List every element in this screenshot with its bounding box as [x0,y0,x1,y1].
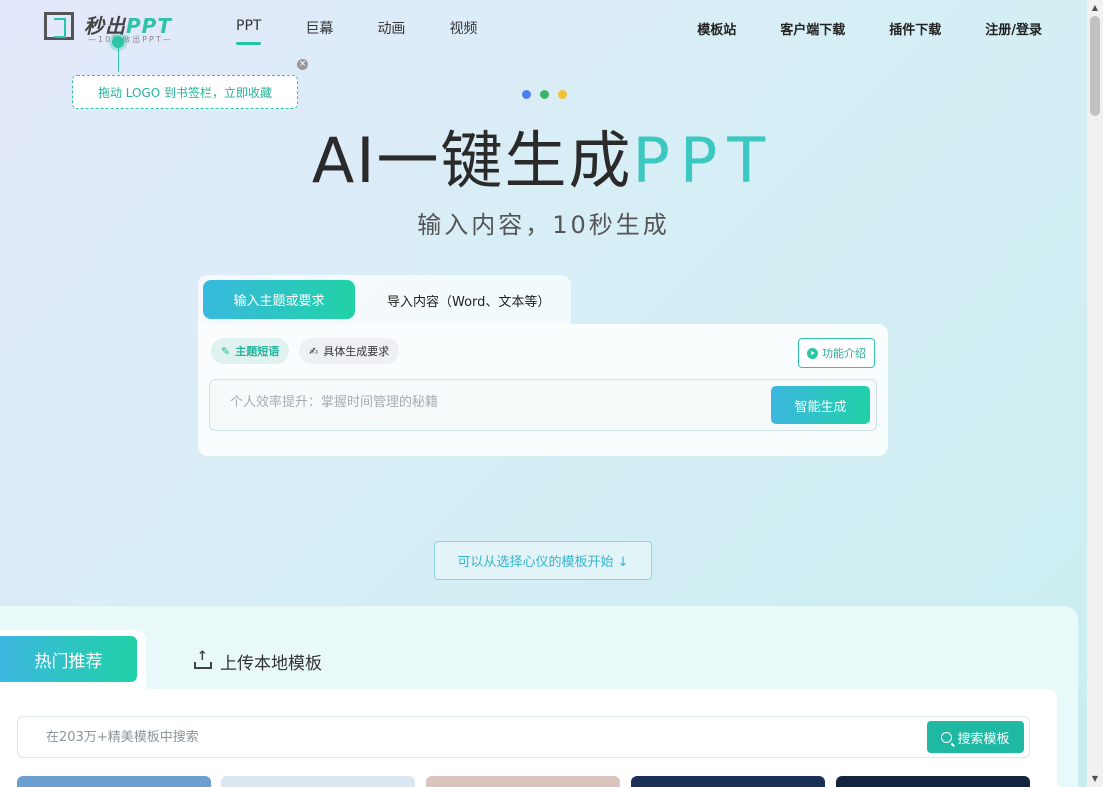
chip-detail-label: 具体生成要求 [323,345,390,358]
choose-template-button[interactable]: 可以从选择心仪的模板开始 ↓ [434,541,652,580]
template-thumbnail[interactable] [631,776,825,787]
tab-topic-input[interactable]: 输入主题或要求 [203,280,355,319]
template-site-link[interactable]: 模板站 [697,19,736,38]
pencil-icon: ✎ [221,344,231,358]
nav-video[interactable]: 视频 [449,18,477,38]
chip-detailed-requirement[interactable]: ✍ 具体生成要求 [299,338,400,364]
tab-import-content[interactable]: 导入内容（Word、文本等） [387,291,550,310]
upload-tab-label: 上传本地模板 [220,654,322,674]
plugin-download-link[interactable]: 插件下载 [889,19,941,38]
feature-intro-label: 功能介绍 [822,347,866,360]
smart-generate-button[interactable]: 智能生成 [771,386,870,424]
hero-subtitle: 输入内容，10秒生成 [417,211,670,239]
chip-topic-phrase[interactable]: ✎ 主题短语 [211,338,290,364]
page: 秒出PPT —10秒做出PPT— PPT 巨幕 动画 视频 模板站 客户端下载 … [0,0,1087,787]
scroll-down-icon[interactable]: ▼ [1087,771,1103,787]
template-search-input[interactable] [44,729,848,746]
template-thumbnail[interactable] [426,776,620,787]
green-dot-icon [540,90,549,99]
chip-topic-label: 主题短语 [235,345,280,358]
edit-note-icon: ✍ [309,344,319,358]
tab-hot-recommend[interactable]: 热门推荐 [0,636,137,682]
search-template-button[interactable]: 搜索模板 [927,721,1024,753]
tooltip-anchor-dot [112,36,124,48]
play-icon [807,347,818,359]
upload-icon [194,649,212,670]
yellow-dot-icon [558,90,567,99]
login-register-link[interactable]: 注册/登录 [985,19,1042,38]
tab-upload-template[interactable]: 上传本地模板 [194,649,322,674]
vertical-scrollbar[interactable]: ▲ ▼ [1087,0,1103,787]
client-download-link[interactable]: 客户端下载 [780,19,845,38]
search-button-label: 搜索模板 [957,731,1010,747]
decorative-dots [522,90,567,99]
feature-intro-button[interactable]: 功能介绍 [798,338,875,368]
nav-animation[interactable]: 动画 [377,18,405,38]
header-links: 模板站 客户端下载 插件下载 注册/登录 [697,19,1042,38]
bookmark-tooltip: 拖动 LOGO 到书签栏，立即收藏 [72,75,298,109]
blue-dot-icon [522,90,531,99]
search-icon [941,731,953,743]
template-thumbnail[interactable] [17,776,211,787]
scroll-up-icon[interactable]: ▲ [1087,0,1103,16]
nav-jumu[interactable]: 巨幕 [305,18,333,38]
template-thumbnail[interactable] [221,776,415,787]
template-thumbnail[interactable] [836,776,1030,787]
tooltip-connector [117,48,119,72]
scrollbar-thumb[interactable] [1090,16,1100,116]
close-icon[interactable]: × [297,59,308,70]
main-nav: PPT 巨幕 动画 视频 [236,18,477,45]
topic-input[interactable] [228,394,752,411]
template-search-box [17,716,1030,758]
logo-slogan: —10秒做出PPT— [88,35,173,44]
nav-ppt[interactable]: PPT [236,18,262,45]
logo-mark-icon [44,12,74,40]
hero-title: AI一键生成PPT [311,124,776,197]
